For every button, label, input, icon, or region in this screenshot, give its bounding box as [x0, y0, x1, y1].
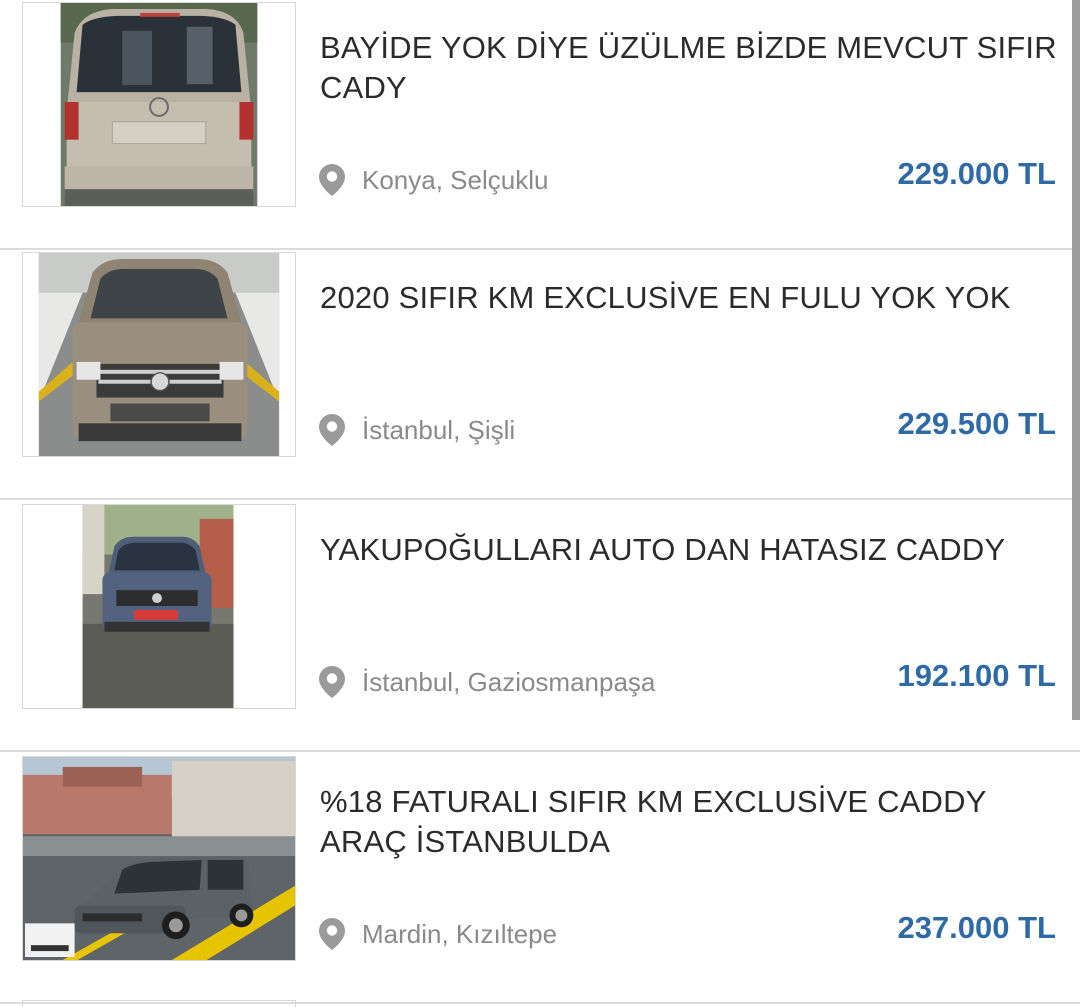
listing-location: İstanbul, Şişli: [318, 410, 515, 450]
listing-price: 229.000 TL: [897, 156, 1056, 191]
car-photo-rear-view: [23, 3, 295, 206]
map-pin-icon: [318, 917, 346, 951]
listing-location: Konya, Selçuklu: [318, 160, 548, 200]
listing-thumbnail[interactable]: [22, 756, 296, 961]
listing-price: 237.000 TL: [897, 910, 1056, 945]
listing-title[interactable]: %18 FATURALI SIFIR KM EXCLUSİVE CADDY AR…: [320, 782, 1060, 862]
listing-location: İstanbul, Gaziosmanpaşa: [318, 662, 655, 702]
map-pin-icon: [318, 413, 346, 447]
listing-price: 229.500 TL: [897, 406, 1056, 441]
listing-item-1[interactable]: BAYİDE YOK DİYE ÜZÜLME BİZDE MEVCUT SIFI…: [0, 0, 1080, 250]
listing-item-4[interactable]: %18 FATURALI SIFIR KM EXCLUSİVE CADDY AR…: [0, 754, 1080, 1004]
listing-price: 192.100 TL: [897, 658, 1056, 693]
listing-title[interactable]: 2020 SIFIR KM EXCLUSİVE EN FULU YOK YOK: [320, 278, 1060, 318]
map-pin-icon: [318, 665, 346, 699]
location-text: İstanbul, Şişli: [362, 414, 516, 445]
scrollbar[interactable]: [1072, 0, 1080, 720]
listing-item-3[interactable]: YAKUPOĞULLARI AUTO DAN HATASIZ CADDY İst…: [0, 502, 1080, 752]
car-photo-front-street: [23, 505, 295, 708]
listing-thumbnail[interactable]: [22, 2, 296, 207]
listing-title[interactable]: BAYİDE YOK DİYE ÜZÜLME BİZDE MEVCUT SIFI…: [320, 28, 1060, 108]
car-photo-front-view: [23, 253, 295, 456]
next-listing-thumbnail-partial[interactable]: [22, 1000, 296, 1007]
listing-list: BAYİDE YOK DİYE ÜZÜLME BİZDE MEVCUT SIFI…: [0, 0, 1080, 1007]
listing-thumbnail[interactable]: [22, 252, 296, 457]
listing-item-2[interactable]: 2020 SIFIR KM EXCLUSİVE EN FULU YOK YOK …: [0, 250, 1080, 500]
location-text: Konya, Selçuklu: [362, 164, 549, 195]
listing-thumbnail[interactable]: [22, 504, 296, 709]
map-pin-icon: [318, 163, 346, 197]
listing-title[interactable]: YAKUPOĞULLARI AUTO DAN HATASIZ CADDY: [320, 530, 1060, 570]
car-photo-side-view: [23, 757, 295, 960]
location-text: Mardin, Kızıltepe: [362, 918, 558, 949]
listing-location: Mardin, Kızıltepe: [318, 914, 557, 954]
location-text: İstanbul, Gaziosmanpaşa: [362, 666, 656, 697]
